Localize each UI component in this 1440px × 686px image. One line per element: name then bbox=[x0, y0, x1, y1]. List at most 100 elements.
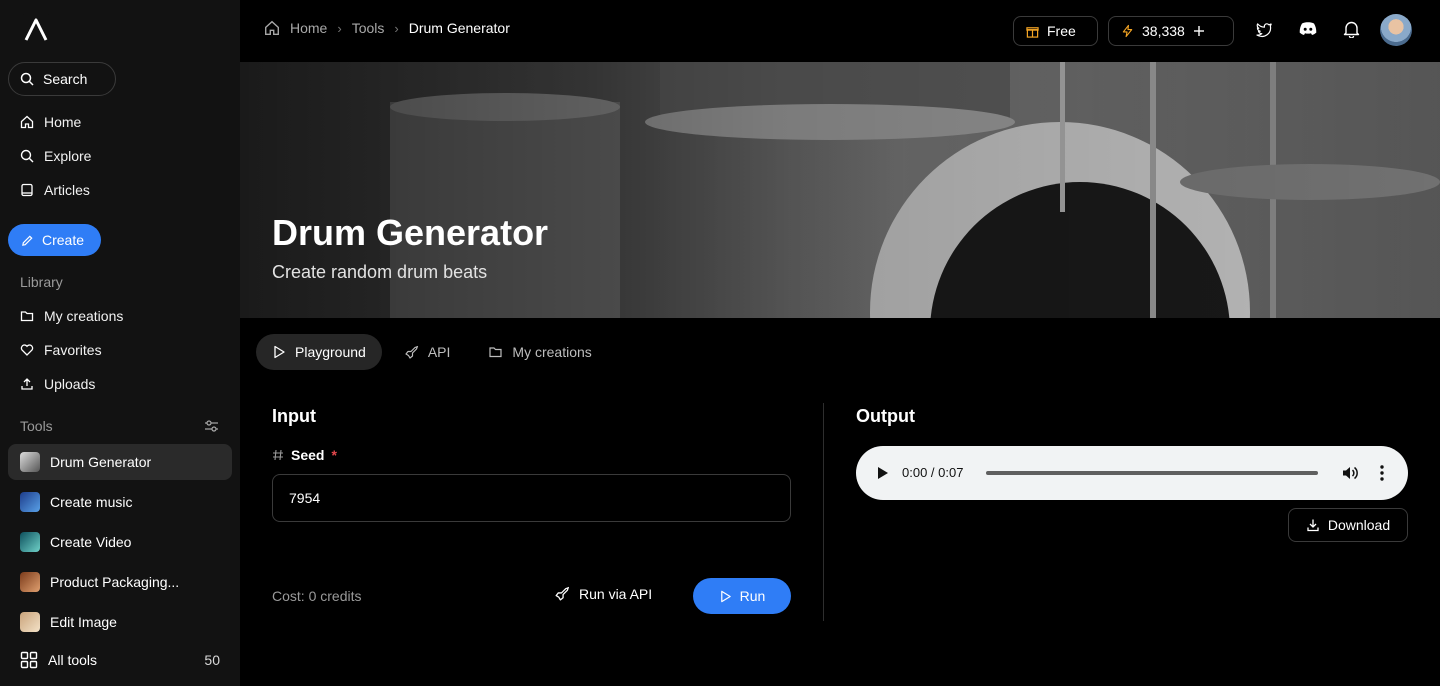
seed-input[interactable] bbox=[272, 474, 791, 522]
create-button[interactable]: Create bbox=[8, 224, 101, 256]
all-tools-count: 50 bbox=[204, 652, 220, 668]
breadcrumb-home[interactable]: Home bbox=[290, 20, 327, 36]
audio-time: 0:00 / 0:07 bbox=[902, 465, 964, 480]
tool-item-product-packaging[interactable]: Product Packaging... bbox=[8, 564, 232, 600]
tab-label: Playground bbox=[295, 344, 366, 360]
lightning-icon bbox=[1122, 24, 1133, 38]
sidebar-item-explore[interactable]: Explore bbox=[8, 141, 232, 171]
sidebar-item-label: Home bbox=[44, 114, 82, 130]
tool-item-drum-generator[interactable]: Drum Generator bbox=[8, 444, 232, 480]
grid-icon bbox=[20, 651, 38, 669]
folder-icon bbox=[489, 347, 503, 358]
play-icon[interactable] bbox=[877, 466, 889, 480]
pencil-icon bbox=[22, 234, 33, 246]
upload-icon bbox=[21, 378, 33, 390]
plan-label: Free bbox=[1047, 23, 1076, 39]
rocket-icon bbox=[405, 345, 418, 359]
search-label: Search bbox=[43, 71, 88, 87]
credits-badge[interactable]: 38,338 bbox=[1108, 16, 1234, 46]
packaging-thumbnail bbox=[20, 572, 40, 592]
credits-value: 38,338 bbox=[1142, 23, 1185, 39]
discord-icon[interactable] bbox=[1298, 20, 1318, 38]
play-icon bbox=[720, 590, 731, 602]
breadcrumb: Home › Tools › Drum Generator bbox=[264, 20, 510, 36]
breadcrumb-tools[interactable]: Tools bbox=[352, 20, 385, 36]
panel-divider bbox=[823, 403, 824, 621]
all-tools-link[interactable]: All tools 50 bbox=[8, 642, 232, 678]
plan-badge[interactable]: Free bbox=[1013, 16, 1098, 46]
cost-text: Cost: 0 credits bbox=[272, 588, 362, 604]
sidebar-item-uploads[interactable]: Uploads bbox=[8, 369, 232, 399]
download-icon bbox=[1307, 519, 1319, 532]
create-label: Create bbox=[42, 232, 85, 248]
home-icon[interactable] bbox=[264, 20, 280, 36]
tab-bar: Playground API My creations bbox=[256, 334, 608, 370]
tab-playground[interactable]: Playground bbox=[256, 334, 382, 370]
required-marker: * bbox=[331, 447, 337, 463]
heart-icon bbox=[20, 344, 34, 356]
main-content: Home › Tools › Drum Generator Free 38,33… bbox=[240, 0, 1440, 686]
run-via-api-button[interactable]: Run via API bbox=[554, 586, 652, 602]
tool-item-label: Edit Image bbox=[50, 614, 117, 630]
logo-icon[interactable] bbox=[20, 14, 52, 46]
gift-icon bbox=[1026, 26, 1039, 38]
sidebar-item-label: Favorites bbox=[44, 342, 102, 358]
sidebar-item-favorites[interactable]: Favorites bbox=[8, 335, 232, 365]
chevron-right-icon: › bbox=[337, 20, 342, 36]
plus-icon[interactable] bbox=[1193, 25, 1205, 37]
tab-label: API bbox=[427, 344, 451, 360]
tool-item-create-music[interactable]: Create music bbox=[8, 484, 232, 520]
play-icon bbox=[274, 345, 285, 359]
page-subtitle: Create random drum beats bbox=[272, 262, 488, 282]
tool-item-label: Create Video bbox=[50, 534, 132, 550]
page-title: Drum Generator bbox=[272, 212, 549, 253]
download-button[interactable]: Download bbox=[1288, 508, 1408, 542]
drum-thumbnail bbox=[20, 452, 40, 472]
run-button[interactable]: Run bbox=[693, 578, 791, 614]
breadcrumb-current: Drum Generator bbox=[408, 20, 510, 36]
folder-icon bbox=[20, 311, 34, 322]
tool-item-label: Drum Generator bbox=[50, 454, 152, 470]
sidebar-item-label: Articles bbox=[44, 182, 90, 198]
bell-icon[interactable] bbox=[1343, 20, 1360, 38]
video-thumbnail bbox=[20, 532, 40, 552]
sidebar: Search Home Explore Articles Create Libr… bbox=[0, 0, 240, 686]
home-icon bbox=[20, 115, 34, 129]
sidebar-item-home[interactable]: Home bbox=[8, 107, 232, 137]
tool-item-create-video[interactable]: Create Video bbox=[8, 524, 232, 560]
tab-label: My creations bbox=[512, 344, 592, 360]
download-label: Download bbox=[1327, 517, 1391, 533]
tool-item-label: Product Packaging... bbox=[50, 574, 180, 590]
library-heading: Library bbox=[20, 274, 63, 290]
user-avatar[interactable] bbox=[1380, 14, 1412, 46]
search-icon bbox=[20, 149, 34, 163]
audio-player: 0:00 / 0:07 bbox=[856, 446, 1408, 500]
rocket-icon bbox=[555, 586, 570, 601]
more-options-icon[interactable] bbox=[1379, 464, 1385, 482]
audio-seek-bar[interactable] bbox=[986, 471, 1318, 475]
sidebar-item-label: Explore bbox=[44, 148, 92, 164]
tools-heading: Tools bbox=[20, 418, 53, 434]
tool-item-label: Create music bbox=[50, 494, 133, 510]
music-thumbnail bbox=[20, 492, 40, 512]
sidebar-item-my-creations[interactable]: My creations bbox=[8, 301, 232, 331]
twitter-icon[interactable] bbox=[1255, 20, 1273, 38]
volume-icon[interactable] bbox=[1341, 464, 1359, 482]
hero-banner: Drum Generator Create random drum beats bbox=[240, 62, 1440, 318]
tab-api[interactable]: API bbox=[388, 334, 467, 370]
run-label: Run bbox=[739, 588, 766, 604]
input-heading: Input bbox=[272, 406, 316, 426]
tab-my-creations[interactable]: My creations bbox=[472, 334, 607, 370]
settings-sliders-icon[interactable] bbox=[204, 419, 219, 433]
book-icon bbox=[21, 183, 33, 197]
tool-item-edit-image[interactable]: Edit Image bbox=[8, 604, 232, 640]
sidebar-item-articles[interactable]: Articles bbox=[8, 175, 232, 205]
search-button[interactable]: Search bbox=[8, 62, 116, 96]
seed-label-text: Seed bbox=[291, 447, 325, 463]
search-icon bbox=[20, 72, 34, 86]
output-heading: Output bbox=[856, 406, 915, 426]
sidebar-item-label: Uploads bbox=[44, 376, 96, 392]
edit-image-thumbnail bbox=[20, 612, 40, 632]
sidebar-item-label: My creations bbox=[44, 308, 124, 324]
all-tools-label: All tools bbox=[48, 652, 98, 668]
